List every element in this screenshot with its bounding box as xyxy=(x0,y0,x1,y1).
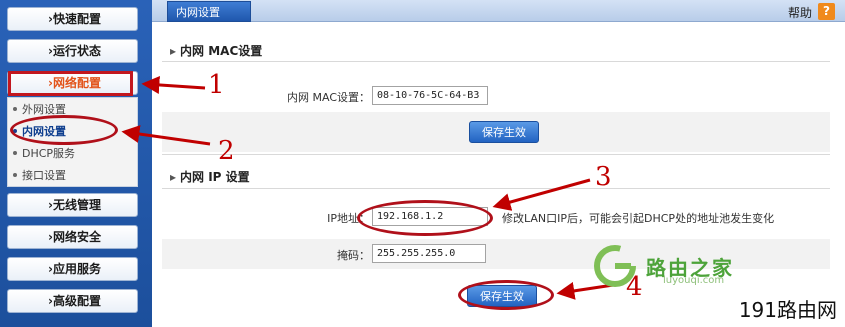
arrow-icon xyxy=(121,125,211,146)
annotation-number: 3 xyxy=(595,162,612,192)
site-watermark: 191路由网 xyxy=(738,298,837,322)
watermark-url: luyouqi.com xyxy=(663,275,725,286)
arrow-icon xyxy=(492,178,591,211)
watermark-logo-icon xyxy=(594,245,636,287)
annotation-number: 2 xyxy=(218,136,235,166)
arrow-icon xyxy=(141,75,206,94)
annotation-number: 1 xyxy=(208,70,225,100)
